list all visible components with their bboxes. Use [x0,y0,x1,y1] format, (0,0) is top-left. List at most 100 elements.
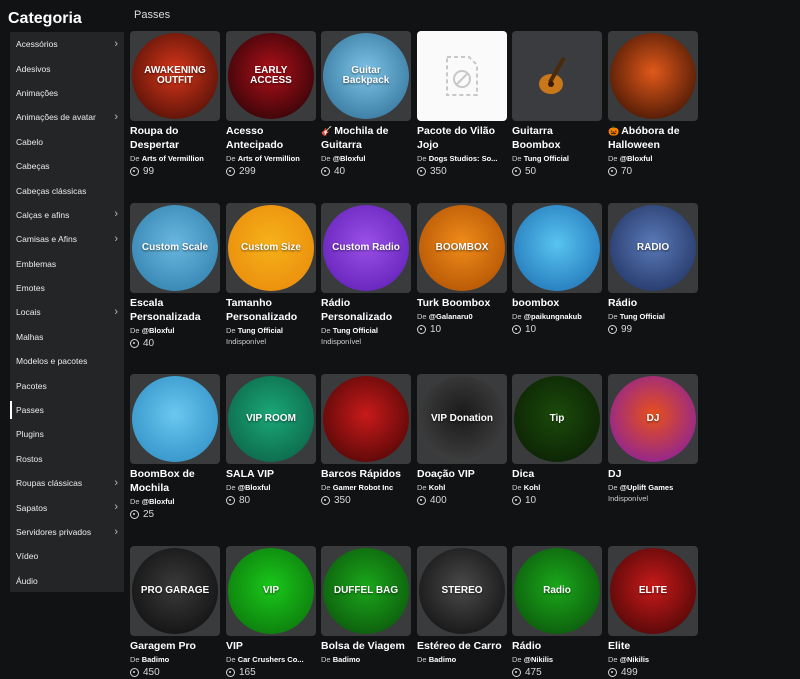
pass-card[interactable]: Pacote do Vilão Jojo De Dogs Studios: So.… [417,31,507,177]
pass-thumbnail[interactable]: VIP Donation [417,374,507,464]
pass-thumbnail[interactable]: PRO GARAGE [130,546,220,636]
pass-thumbnail[interactable]: VIP ROOM [226,374,316,464]
pass-name[interactable]: Acesso Antecipado [226,124,316,152]
pass-card[interactable]: VIP Donation Doação VIP De Kohl 400 [417,374,507,506]
pass-thumbnail[interactable]: DJ [608,374,698,464]
category-item[interactable]: Modelos e pacotes [10,349,124,373]
pass-creator[interactable]: De @Bloxful [130,326,220,335]
pass-name[interactable]: Elite [608,639,698,653]
pass-name[interactable]: VIP [226,639,316,653]
pass-thumbnail[interactable]: Custom Radio [321,203,411,293]
pass-name[interactable]: Dica [512,467,602,481]
pass-name[interactable]: Rádio Personalizado [321,296,411,324]
pass-name[interactable]: 🎸 Mochila de Guitarra [321,124,411,152]
category-item[interactable]: Passes [10,398,124,422]
pass-creator[interactable]: De Car Crushers Co... [226,655,316,664]
category-item[interactable]: Malhas [10,325,124,349]
pass-card[interactable]: Custom Size Tamanho Personalizado De Tung … [226,203,316,346]
pass-name[interactable]: Roupa do Despertar [130,124,220,152]
category-item[interactable]: Calças e afins › [10,203,124,227]
pass-thumbnail[interactable] [321,374,411,464]
category-item[interactable]: Animações [10,81,124,105]
pass-thumbnail[interactable]: Tip [512,374,602,464]
category-item[interactable]: Locais › [10,300,124,324]
pass-creator[interactable]: De Tung Official [321,326,411,335]
pass-thumbnail[interactable]: RADIO [608,203,698,293]
category-item[interactable]: Servidores privados › [10,520,124,544]
category-item[interactable]: Acessórios › [10,32,124,56]
pass-card[interactable]: RADIO Rádio De Tung Official 99 [608,203,698,335]
pass-thumbnail[interactable]: DUFFEL BAG [321,546,411,636]
pass-card[interactable]: Barcos Rápidos De Gamer Robot Inc 350 [321,374,411,506]
pass-card[interactable]: DJ DJ De @Uplift Games Indisponível [608,374,698,503]
category-item[interactable]: Rostos [10,447,124,471]
pass-name[interactable]: 🎃 Abóbora de Halloween [608,124,698,152]
pass-thumbnail[interactable]: Guitar Backpack [321,31,411,121]
pass-name[interactable]: Guitarra Boombox [512,124,602,152]
pass-creator[interactable]: De Arts of Vermillion [226,154,316,163]
category-item[interactable]: Cabeças clássicas [10,178,124,202]
pass-card[interactable]: VIP VIP De Car Crushers Co... 165 [226,546,316,678]
pass-creator[interactable]: De Tung Official [226,326,316,335]
category-item[interactable]: Cabeças [10,154,124,178]
pass-name[interactable]: Tamanho Personalizado [226,296,316,324]
pass-card[interactable]: ELITE Elite De @Nikilis 499 [608,546,698,678]
pass-name[interactable]: Doação VIP [417,467,507,481]
pass-name[interactable]: Rádio [512,639,602,653]
pass-creator[interactable]: De Tung Official [608,312,698,321]
pass-thumbnail[interactable]: Custom Scale [130,203,220,293]
category-item[interactable]: Adesivos [10,56,124,80]
category-item[interactable]: Áudio [10,569,124,593]
pass-card[interactable]: STEREO Estéreo de Carro De Badimo [417,546,507,664]
pass-name[interactable]: SALA VIP [226,467,316,481]
category-item[interactable]: Camisas e Afins › [10,227,124,251]
pass-card[interactable]: 🎃 Abóbora de Halloween De @Bloxful 70 [608,31,698,177]
category-item[interactable]: Cabelo [10,130,124,154]
pass-card[interactable]: EARLY ACCESS Acesso Antecipado De Arts of … [226,31,316,177]
pass-thumbnail[interactable]: AWAKENING OUTFIT [130,31,220,121]
pass-card[interactable]: BoomBox de Mochila De @Bloxful 25 [130,374,220,520]
category-item[interactable]: Emblemas [10,252,124,276]
pass-name[interactable]: boombox [512,296,602,310]
pass-name[interactable]: DJ [608,467,698,481]
category-item[interactable]: Plugins [10,422,124,446]
pass-card[interactable]: boombox De @paikungnakub 10 [512,203,602,335]
category-item[interactable]: Animações de avatar › [10,105,124,129]
pass-thumbnail[interactable] [512,31,602,121]
pass-creator[interactable]: De Badimo [130,655,220,664]
pass-card[interactable]: BOOMBOX Turk Boombox De @Galanaru0 10 [417,203,507,335]
pass-creator[interactable]: De Arts of Vermillion [130,154,220,163]
pass-name[interactable]: Estéreo de Carro [417,639,507,653]
pass-creator[interactable]: De Badimo [417,655,507,664]
pass-thumbnail[interactable] [512,203,602,293]
category-item[interactable]: Roupas clássicas › [10,471,124,495]
pass-creator[interactable]: De Kohl [417,483,507,492]
pass-name[interactable]: Escala Personalizada [130,296,220,324]
pass-creator[interactable]: De @Bloxful [226,483,316,492]
pass-card[interactable]: DUFFEL BAG Bolsa de Viagem De Badimo [321,546,411,664]
pass-thumbnail[interactable]: Custom Size [226,203,316,293]
pass-card[interactable]: Guitar Backpack 🎸 Mochila de Guitarra De @B… [321,31,411,177]
pass-creator[interactable]: De @Nikilis [608,655,698,664]
pass-name[interactable]: Bolsa de Viagem [321,639,411,653]
pass-name[interactable]: Turk Boombox [417,296,507,310]
pass-name[interactable]: BoomBox de Mochila [130,467,220,495]
pass-card[interactable]: VIP ROOM SALA VIP De @Bloxful 80 [226,374,316,506]
pass-thumbnail[interactable]: ELITE [608,546,698,636]
pass-creator[interactable]: De @Bloxful [608,154,698,163]
pass-card[interactable]: Custom Radio Rádio Personalizado De Tung O… [321,203,411,346]
pass-name[interactable]: Barcos Rápidos [321,467,411,481]
pass-thumbnail[interactable] [608,31,698,121]
pass-creator[interactable]: De Gamer Robot Inc [321,483,411,492]
pass-card[interactable]: PRO GARAGE Garagem Pro De Badimo 450 [130,546,220,678]
pass-creator[interactable]: De @paikungnakub [512,312,602,321]
pass-thumbnail[interactable] [417,31,507,121]
pass-creator[interactable]: De Badimo [321,655,411,664]
pass-thumbnail[interactable]: Radio [512,546,602,636]
pass-card[interactable]: AWAKENING OUTFIT Roupa do Despertar De Art… [130,31,220,177]
pass-name[interactable]: Pacote do Vilão Jojo [417,124,507,152]
pass-creator[interactable]: De @Uplift Games [608,483,698,492]
pass-thumbnail[interactable]: VIP [226,546,316,636]
pass-name[interactable]: Garagem Pro [130,639,220,653]
pass-thumbnail[interactable] [130,374,220,464]
